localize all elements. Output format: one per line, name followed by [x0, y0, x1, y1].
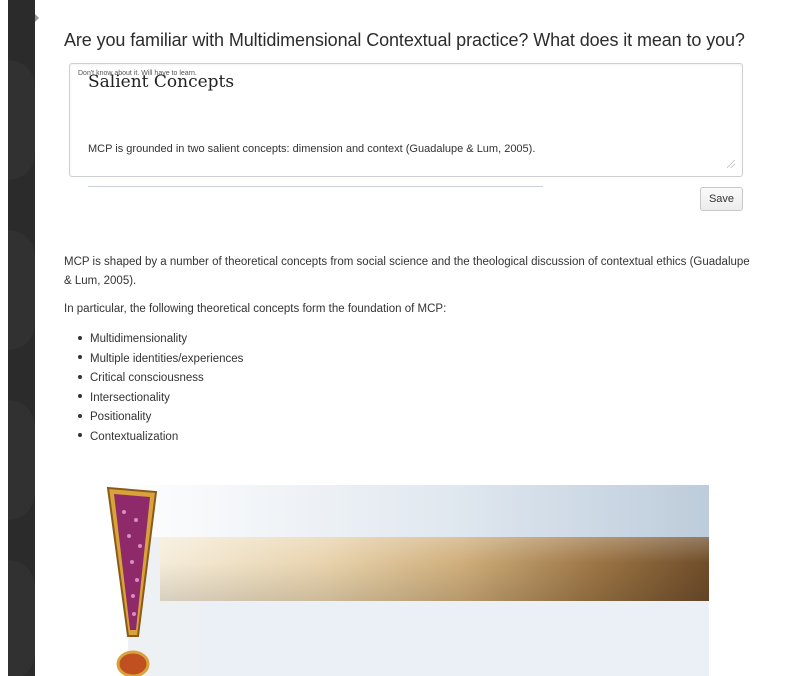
sidebar-toggle-arrow-icon[interactable] [35, 14, 39, 22]
save-button[interactable]: Save [700, 187, 743, 211]
list-item: Positionality [78, 408, 243, 428]
exclamation-icon [106, 486, 158, 676]
list-item: Multidimensionality [78, 330, 243, 350]
resize-handle-icon[interactable] [727, 160, 735, 168]
panel-title: Salient Concepts [88, 72, 235, 92]
panel-text: MCP is grounded in two salient concepts:… [88, 143, 536, 155]
concepts-intro: In particular, the following theoretical… [64, 303, 447, 315]
panel-title-banner [160, 537, 709, 601]
list-item: Intersectionality [78, 389, 243, 409]
intro-paragraph: MCP is shaped by a number of theoretical… [64, 256, 750, 287]
salient-concepts-panel [128, 485, 709, 676]
concepts-list: Multidimensionality Multiple identities/… [78, 330, 243, 447]
list-item: Critical consciousness [78, 369, 243, 389]
list-item: Contextualization [78, 428, 243, 448]
panel-background-art [128, 485, 709, 537]
list-item: Multiple identities/experiences [78, 350, 243, 370]
sidebar-panel [8, 0, 35, 676]
panel-body [200, 601, 709, 676]
page-edge [0, 0, 8, 676]
question-prompt: Are you familiar with Multidimensional C… [64, 30, 745, 50]
panel-divider [88, 186, 543, 187]
